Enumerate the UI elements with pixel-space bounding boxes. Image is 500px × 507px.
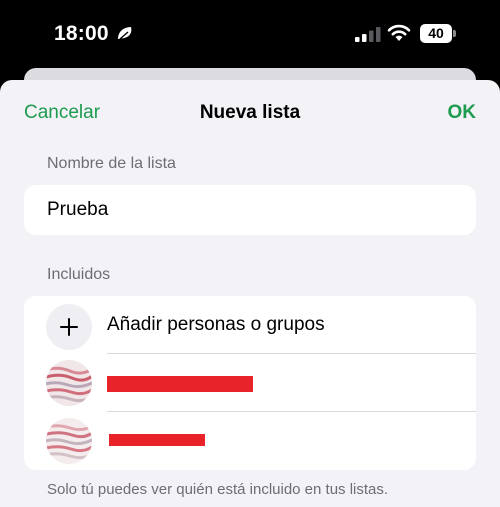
included-section-label: Incluidos — [47, 266, 111, 283]
plus-icon — [60, 318, 78, 336]
status-time: 18:00 — [54, 22, 109, 45]
battery-tip — [453, 30, 456, 37]
new-list-sheet: Cancelar Nueva lista OK Nombre de la lis… — [0, 80, 500, 507]
avatar — [46, 360, 92, 406]
list-name-input[interactable] — [47, 185, 467, 235]
redaction-bar — [109, 434, 205, 446]
status-bar: 18:00 40 — [0, 0, 500, 68]
ok-button[interactable]: OK — [448, 102, 477, 124]
list-name-card — [24, 185, 476, 235]
battery-icon: 40 — [420, 24, 456, 43]
add-people-label: Añadir personas o grupos — [107, 314, 325, 335]
wifi-icon — [387, 24, 411, 41]
member-row[interactable] — [24, 412, 476, 470]
add-people-button[interactable] — [46, 304, 92, 350]
member-row[interactable] — [24, 354, 476, 412]
avatar — [46, 418, 92, 464]
battery-level: 40 — [420, 24, 452, 43]
add-people-row[interactable]: Añadir personas o grupos — [24, 296, 476, 354]
focus-mode-icon — [118, 27, 132, 40]
redaction-bar — [107, 376, 253, 392]
cellular-signal-icon — [355, 27, 381, 42]
list-name-section-label: Nombre de la lista — [47, 155, 176, 172]
cancel-button[interactable]: Cancelar — [24, 102, 100, 124]
included-members-card: Añadir personas o grupos — [24, 296, 476, 470]
footer-note: Solo tú puedes ver quién está incluido e… — [47, 481, 389, 498]
